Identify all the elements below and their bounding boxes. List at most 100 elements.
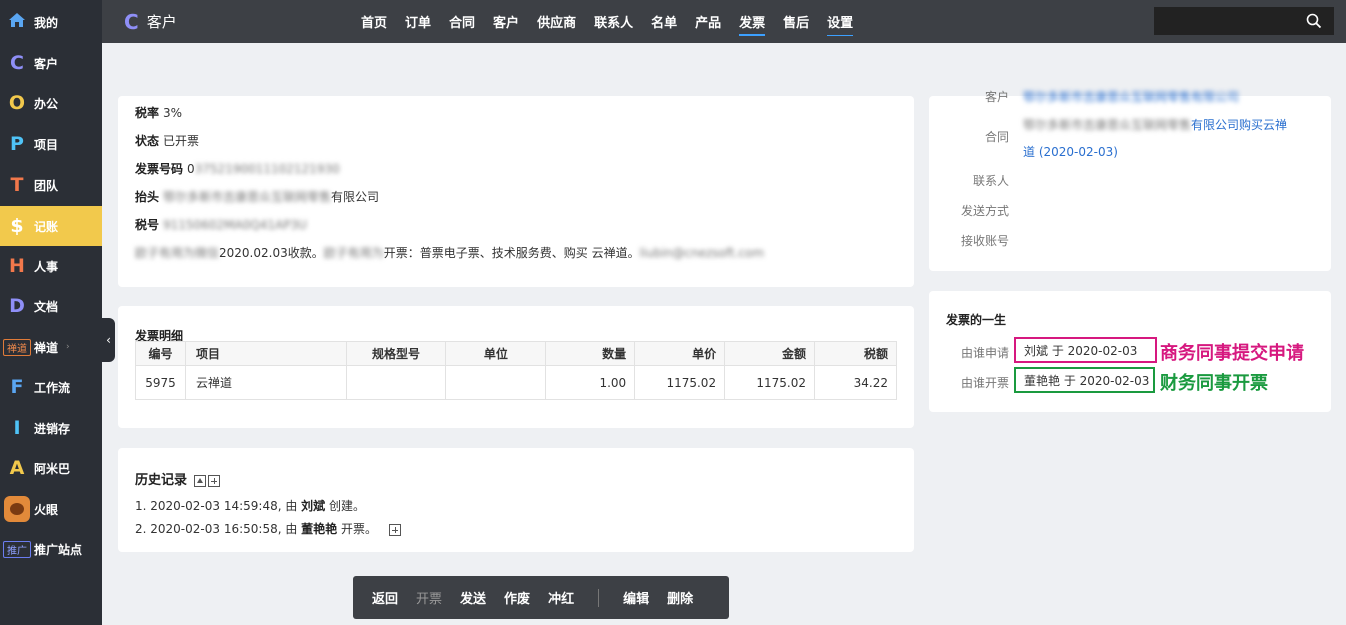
- sidebar-item-office[interactable]: O 办公: [0, 83, 102, 123]
- sidebar-item-label: 办公: [34, 96, 59, 111]
- action-toolbar: 返回 开票 发送 作废 冲红 编辑 删除: [353, 576, 729, 619]
- tax-number-row: 税号 91150602MA0Q41AP3U: [135, 218, 307, 232]
- chevron-left-icon: ‹: [106, 333, 111, 347]
- sidebar-item-project[interactable]: P 项目: [0, 124, 102, 164]
- sidebar-item-label: 阿米巴: [34, 461, 71, 476]
- col-header: 项目: [184, 341, 347, 366]
- nav-invoices[interactable]: 发票: [730, 0, 774, 43]
- sidebar-item-workflow[interactable]: F 工作流: [0, 367, 102, 407]
- sidebar-item-docs[interactable]: D 文档: [0, 286, 102, 326]
- nav-orders[interactable]: 订单: [396, 0, 440, 43]
- invoice-number-value: 3752190011102121930: [194, 162, 340, 176]
- history-panel: 历史记录 1. 2020-02-03 14:59:48, 由 刘斌 创建。 2.…: [118, 448, 914, 552]
- issued-by-value: 董艳艳 于 2020-02-03: [1014, 367, 1155, 393]
- sidebar-item-chandao[interactable]: 禅道 禅道 ›: [0, 327, 102, 367]
- contract-link[interactable]: 鄂尔多斯市吉康恩众互联网零售有限公司购买云禅: [1023, 116, 1287, 133]
- sidebar-item-customer[interactable]: C 客户: [0, 43, 102, 83]
- chandao-badge-icon: 禅道: [3, 338, 31, 356]
- col-header: 数量: [545, 341, 636, 366]
- invoice-header-row: 抬头 鄂尔多斯市吉康恩众互联网零售有限公司: [135, 190, 380, 204]
- sidebar-item-label: 记账: [34, 219, 59, 234]
- nav-customers[interactable]: 客户: [484, 0, 528, 43]
- cell-tax: 34.22: [814, 365, 897, 400]
- cell-id: 5975: [135, 365, 186, 400]
- sidebar-item-accounting[interactable]: $ 记账: [0, 206, 102, 246]
- nav-suppliers[interactable]: 供应商: [528, 0, 585, 43]
- issue-button[interactable]: 开票: [416, 588, 442, 607]
- i-letter-icon: I: [13, 417, 21, 439]
- sidebar-item-label: 人事: [34, 259, 59, 274]
- toolbar-divider: [598, 588, 600, 607]
- search-icon: [1306, 13, 1322, 29]
- sidebar-item-label: 工作流: [34, 380, 71, 395]
- home-icon: [0, 11, 34, 33]
- main-nav: 首页 订单 合同 客户 供应商 联系人 名单 产品 发票 售后 设置: [352, 0, 862, 43]
- sidebar-item-label: 项目: [34, 137, 59, 152]
- sidebar-item-promo[interactable]: 推广 推广站点: [0, 529, 102, 569]
- sidebar-item-label: 我的: [34, 15, 59, 30]
- send-method-label: 发送方式: [960, 204, 1009, 218]
- sidebar-item-label: 推广站点: [34, 542, 83, 557]
- cell-unit: [445, 365, 547, 400]
- col-header: 单位: [445, 341, 547, 366]
- nav-settings[interactable]: 设置: [818, 0, 862, 43]
- f-letter-icon: F: [10, 376, 24, 398]
- nav-contracts[interactable]: 合同: [440, 0, 484, 43]
- search-button[interactable]: [1294, 7, 1334, 35]
- sort-up-icon[interactable]: [193, 474, 206, 487]
- sidebar-item-label: 禅道: [34, 340, 59, 355]
- col-header: 编号: [135, 341, 186, 366]
- customer-label: 客户: [984, 90, 1009, 104]
- invoice-detail-table: 编号 项目 规格型号 单位 数量 单价 金额 税额 5975 云禅道 1.00 …: [135, 341, 897, 400]
- annotation-issuer: 财务同事开票: [1160, 373, 1268, 394]
- delete-button[interactable]: 删除: [667, 588, 693, 607]
- sidebar-item-mine[interactable]: 我的: [0, 2, 102, 42]
- sidebar-item-team[interactable]: T 团队: [0, 165, 102, 205]
- c-letter-icon: C: [124, 9, 139, 34]
- void-button[interactable]: 作废: [504, 588, 530, 607]
- h-letter-icon: H: [9, 255, 25, 277]
- nav-lists[interactable]: 名单: [642, 0, 686, 43]
- invoice-note: 欧子有用为微信2020.02.03收款。欧子有用为开票：普票电子票、技术服务费、…: [135, 246, 765, 260]
- sidebar-item-inventory[interactable]: I 进销存: [0, 408, 102, 448]
- sidebar-item-amoeba[interactable]: A 阿米巴: [0, 448, 102, 488]
- topbar: C 客户 首页 订单 合同 客户 供应商 联系人 名单 产品 发票 售后 设置: [102, 0, 1346, 43]
- send-button[interactable]: 发送: [460, 588, 486, 607]
- tax-rate-row: 税率 3%: [135, 106, 183, 120]
- expand-icon[interactable]: [388, 523, 401, 536]
- nav-products[interactable]: 产品: [686, 0, 730, 43]
- sidebar-item-label: 火眼: [34, 502, 59, 517]
- contract-label: 合同: [984, 130, 1009, 144]
- contact-label: 联系人: [972, 174, 1009, 188]
- customer-link[interactable]: 鄂尔多斯市吉康恩众互联网零售有限公司: [1023, 88, 1239, 105]
- invoice-number-row: 发票号码 03752190011102121930: [135, 162, 340, 176]
- contract-link-date[interactable]: 道 (2020-02-03): [1023, 143, 1118, 160]
- sidebar-item-label: 客户: [34, 56, 59, 71]
- sidebar-item-fireeye[interactable]: 火眼: [0, 489, 102, 529]
- app-brand[interactable]: C 客户: [124, 0, 177, 43]
- back-button[interactable]: 返回: [372, 588, 398, 607]
- sidebar-item-label: 文档: [34, 299, 59, 314]
- nav-home[interactable]: 首页: [352, 0, 396, 43]
- table-row: 5975 云禅道 1.00 1175.02 1175.02 34.22: [135, 365, 897, 400]
- sidebar-collapse-button[interactable]: ‹: [102, 318, 115, 362]
- tax-number-value: 91150602MA0Q41AP3U: [163, 218, 307, 232]
- cell-quantity: 1.00: [545, 365, 636, 400]
- nav-contacts[interactable]: 联系人: [585, 0, 642, 43]
- app-title: 客户: [146, 13, 177, 31]
- expand-all-icon[interactable]: [207, 474, 220, 487]
- sidebar-item-hr[interactable]: H 人事: [0, 246, 102, 286]
- sidebar-item-label: 进销存: [34, 421, 71, 436]
- col-header: 金额: [724, 341, 815, 366]
- p-letter-icon: P: [10, 133, 24, 155]
- search-input[interactable]: [1154, 7, 1294, 35]
- sidebar-item-label: 团队: [34, 178, 59, 193]
- status-row: 状态 已开票: [135, 134, 200, 148]
- nav-aftersales[interactable]: 售后: [774, 0, 818, 43]
- edit-button[interactable]: 编辑: [623, 588, 649, 607]
- invoice-detail-panel: 发票明细 编号 项目 规格型号 单位 数量 单价 金额 税额 5975 云禅道 …: [118, 306, 914, 428]
- dollar-icon: $: [10, 215, 24, 237]
- cell-unit-price: 1175.02: [634, 365, 726, 400]
- red-flush-button[interactable]: 冲红: [548, 588, 574, 607]
- history-item: 2. 2020-02-03 16:50:58, 由 董艳艳 开票。: [135, 520, 401, 537]
